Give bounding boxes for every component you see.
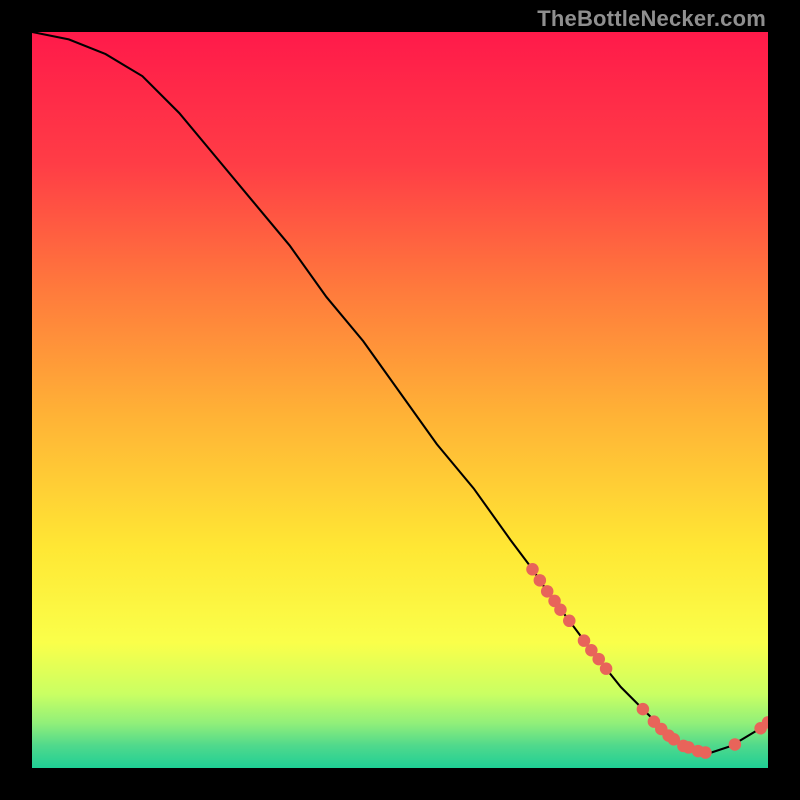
data-marker [637,703,650,716]
data-marker [563,615,576,628]
bottleneck-curve [32,32,768,753]
chart-area [32,32,768,768]
data-marker [534,574,547,587]
data-marker [526,563,539,576]
watermark-text: TheBottleNecker.com [537,6,766,32]
data-marker [729,738,742,751]
data-marker [554,604,567,617]
data-marker [699,746,712,759]
marker-group [526,563,768,759]
data-marker [600,662,613,675]
chart-svg [32,32,768,768]
